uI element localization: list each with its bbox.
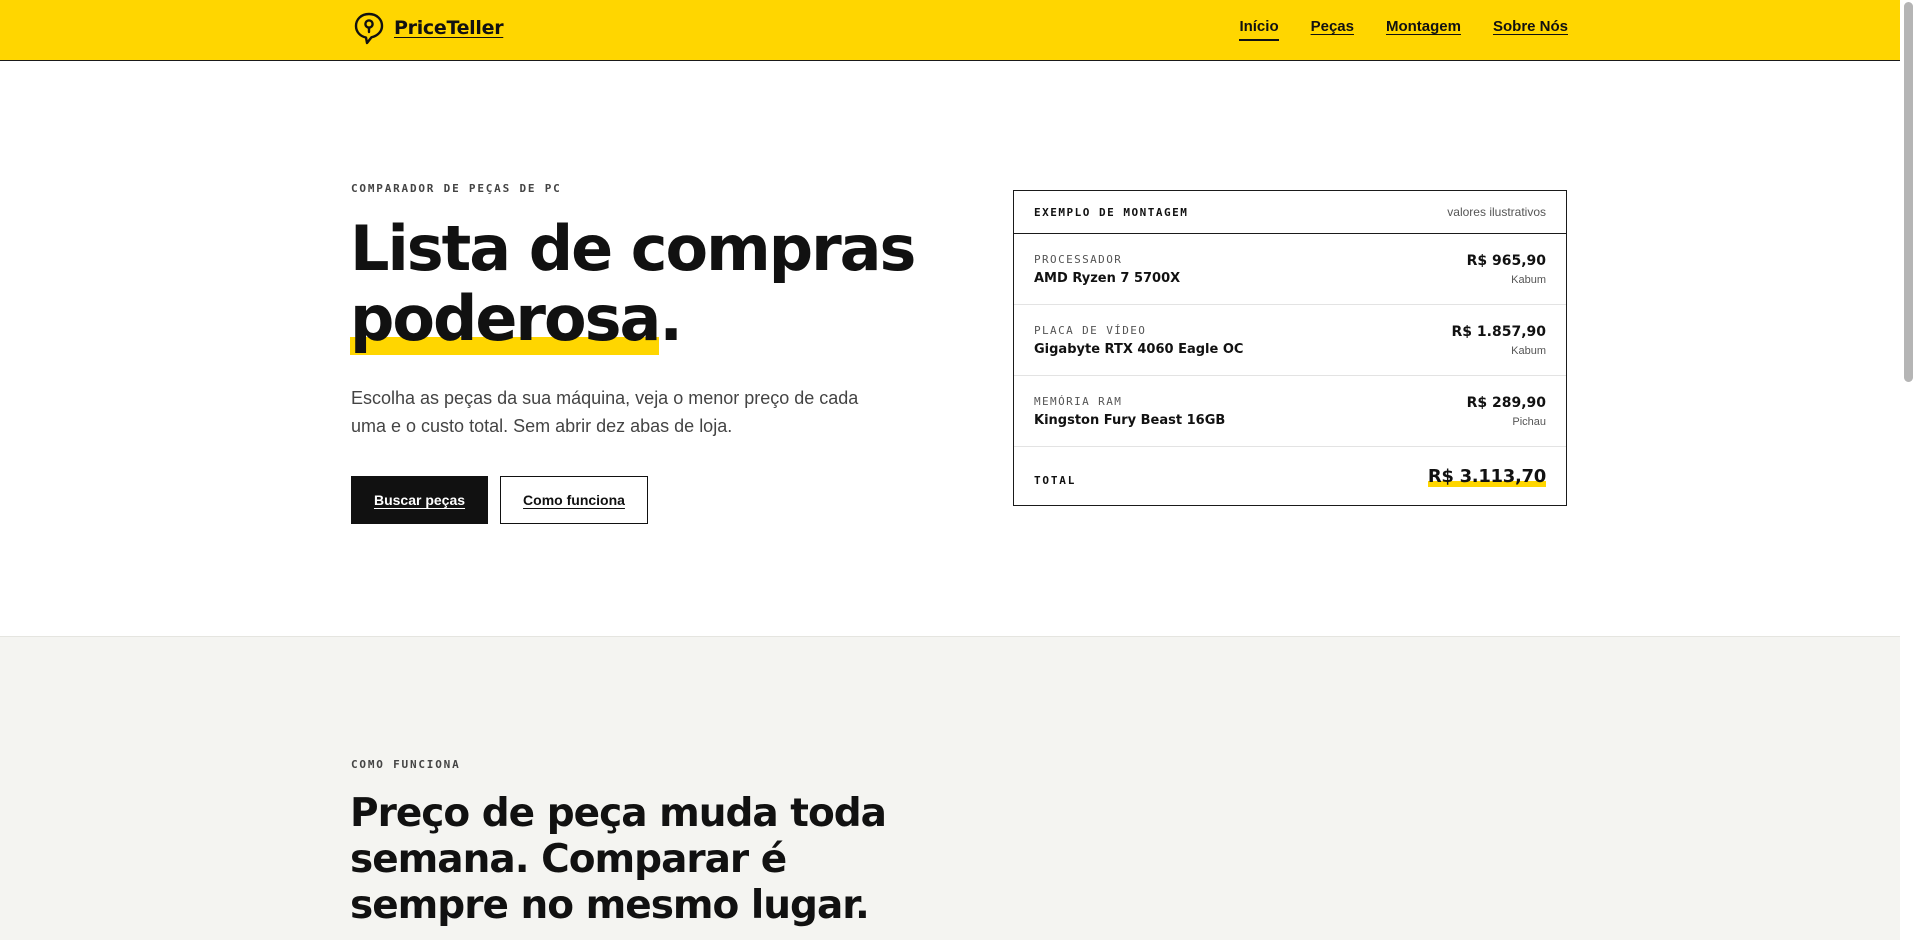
- item-name: Kingston Fury Beast 16GB: [1034, 413, 1226, 428]
- list-item: MEMÓRIA RAM Kingston Fury Beast 16GB R$ …: [1014, 376, 1566, 447]
- item-store: Kabum: [1511, 274, 1546, 286]
- hero-title: Lista de compras poderosa.: [350, 212, 950, 355]
- item-price: R$ 1.857,90: [1451, 324, 1546, 340]
- brand-name: PriceTeller: [394, 17, 504, 39]
- nav-item-inicio[interactable]: Início: [1239, 18, 1279, 41]
- item-category: PROCESSADOR: [1034, 253, 1123, 266]
- list-item: PLACA DE VÍDEO Gigabyte RTX 4060 Eagle O…: [1014, 305, 1566, 376]
- list-item: PROCESSADOR AMD Ryzen 7 5700X R$ 965,90 …: [1014, 234, 1566, 305]
- item-name: Gigabyte RTX 4060 Eagle OC: [1034, 342, 1244, 357]
- total-row: TOTAL R$ 3.113,70: [1014, 447, 1566, 506]
- how-it-works-section: COMO FUNCIONA Preço de peça muda toda se…: [0, 636, 1900, 940]
- hero-subtitle: Escolha as peças da sua máquina, veja o …: [351, 388, 859, 436]
- item-price: R$ 965,90: [1466, 253, 1546, 269]
- search-parts-button[interactable]: Buscar peças: [351, 476, 488, 524]
- speech-bubble-logo-icon: [354, 12, 384, 45]
- total-value: R$ 3.113,70: [1427, 466, 1546, 487]
- hero-title-line1: Lista de compras: [350, 212, 916, 285]
- nav-item-montagem[interactable]: Montagem: [1386, 18, 1461, 41]
- how-it-works-button[interactable]: Como funciona: [500, 476, 648, 524]
- section-title: Preço de peça muda toda semana. Comparar…: [350, 791, 887, 928]
- item-category: MEMÓRIA RAM: [1034, 395, 1123, 408]
- item-store: Pichau: [1512, 416, 1546, 428]
- brand-logo-link[interactable]: PriceTeller: [352, 11, 504, 45]
- section-eyebrow: COMO FUNCIONA: [351, 758, 461, 771]
- item-category: PLACA DE VÍDEO: [1034, 324, 1147, 337]
- top-header: PriceTeller Início Peças Montagem Sobre …: [0, 0, 1918, 61]
- nav-item-pecas[interactable]: Peças: [1311, 18, 1354, 41]
- card-header: EXEMPLO DE MONTAGEM valores ilustrativos: [1014, 191, 1566, 234]
- hero-title-period: .: [659, 282, 683, 355]
- item-price: R$ 289,90: [1466, 395, 1546, 411]
- nav-item-sobre-nos[interactable]: Sobre Nós: [1493, 18, 1568, 41]
- card-note: valores ilustrativos: [1447, 205, 1546, 219]
- main-nav: Início Peças Montagem Sobre Nós: [1239, 18, 1568, 41]
- hero-eyebrow: COMPARADOR DE PEÇAS DE PC: [351, 182, 562, 195]
- vertical-scrollbar[interactable]: [1900, 0, 1918, 940]
- item-name: AMD Ryzen 7 5700X: [1034, 271, 1181, 286]
- item-store: Kabum: [1511, 345, 1546, 357]
- example-build-card: EXEMPLO DE MONTAGEM valores ilustrativos…: [1013, 190, 1567, 506]
- total-label: TOTAL: [1034, 474, 1077, 487]
- card-title: EXEMPLO DE MONTAGEM: [1034, 205, 1189, 219]
- hero-title-highlight: poderosa: [350, 282, 661, 355]
- scrollbar-thumb[interactable]: [1904, 2, 1913, 382]
